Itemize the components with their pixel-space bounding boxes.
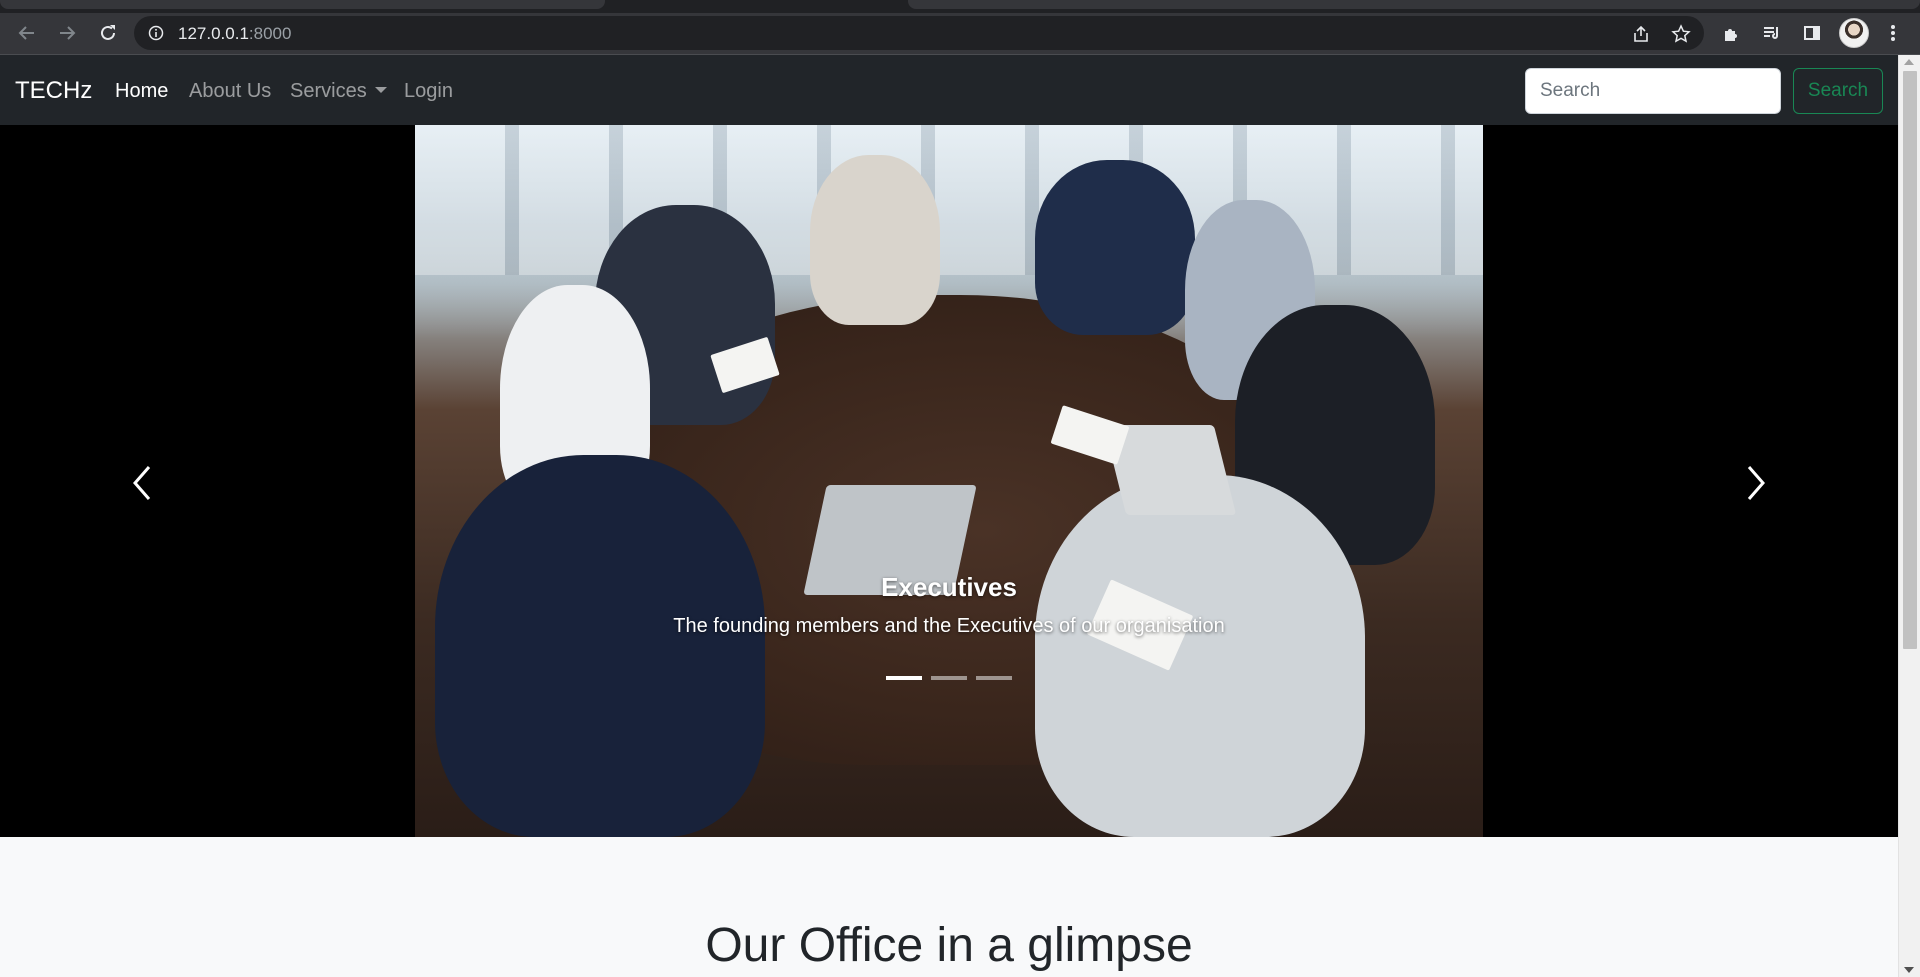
nav-link-home[interactable]: Home	[115, 80, 168, 103]
browser-toolbar: 127.0.0.1:8000	[0, 13, 1920, 55]
profile-avatar[interactable]	[1839, 18, 1869, 48]
carousel-indicator-1[interactable]	[886, 676, 922, 680]
scrollbar-thumb[interactable]	[1903, 71, 1917, 649]
back-icon[interactable]	[12, 18, 42, 48]
nav-link-about-us[interactable]: About Us	[189, 80, 271, 103]
hero-carousel	[0, 125, 1898, 837]
carousel-caption-title: Executives	[881, 572, 1017, 602]
scroll-down-arrow-icon[interactable]	[1904, 967, 1914, 973]
share-icon[interactable]	[1628, 21, 1654, 47]
carousel-next-button[interactable]	[1726, 443, 1786, 523]
browser-tab-strip	[0, 0, 1920, 13]
search-button[interactable]: Search	[1793, 68, 1883, 114]
url-host: 127.0.0.1	[178, 24, 249, 43]
browser-tab[interactable]	[908, 0, 1920, 9]
carousel-slide-image	[415, 125, 1483, 837]
reload-icon[interactable]	[93, 18, 123, 48]
office-windows	[415, 125, 1483, 275]
nav-dropdown-services[interactable]: Services	[290, 80, 387, 103]
carousel-caption-text: The founding members and the Executives …	[673, 615, 1225, 637]
address-bar[interactable]: 127.0.0.1:8000	[134, 16, 1704, 50]
forward-icon[interactable]	[52, 18, 82, 48]
person-figure	[810, 155, 940, 325]
nav-link-services-label: Services	[290, 80, 367, 102]
person-figure	[1035, 160, 1195, 335]
brand-logo[interactable]: TECHz	[15, 77, 92, 105]
site-info-icon[interactable]	[148, 25, 164, 46]
carousel-indicator-3[interactable]	[976, 676, 1012, 680]
scroll-up-arrow-icon[interactable]	[1904, 59, 1914, 65]
carousel-prev-button[interactable]	[112, 443, 172, 523]
carousel-indicator-2[interactable]	[931, 676, 967, 680]
carousel-indicators	[886, 676, 1012, 680]
caret-down-icon	[374, 87, 387, 93]
url-port: :8000	[248, 24, 292, 43]
search-input[interactable]	[1525, 68, 1781, 114]
menu-dots-icon[interactable]	[1878, 18, 1908, 48]
site-navbar: TECHz Home About Us Services Login Searc…	[0, 55, 1898, 125]
person-figure	[435, 455, 765, 837]
nav-link-login[interactable]: Login	[404, 80, 453, 103]
page-scrollbar[interactable]	[1898, 55, 1920, 977]
extensions-icon[interactable]	[1717, 18, 1747, 48]
person-figure	[1035, 475, 1365, 837]
media-queue-icon[interactable]	[1757, 18, 1787, 48]
side-panel-icon[interactable]	[1797, 18, 1827, 48]
chevron-right-icon	[1747, 466, 1765, 500]
url-text[interactable]: 127.0.0.1:8000	[178, 24, 291, 44]
browser-tab[interactable]	[0, 0, 605, 9]
bookmark-star-icon[interactable]	[1668, 21, 1694, 47]
chevron-left-icon	[133, 466, 151, 500]
section-title: Our Office in a glimpse	[705, 919, 1193, 972]
